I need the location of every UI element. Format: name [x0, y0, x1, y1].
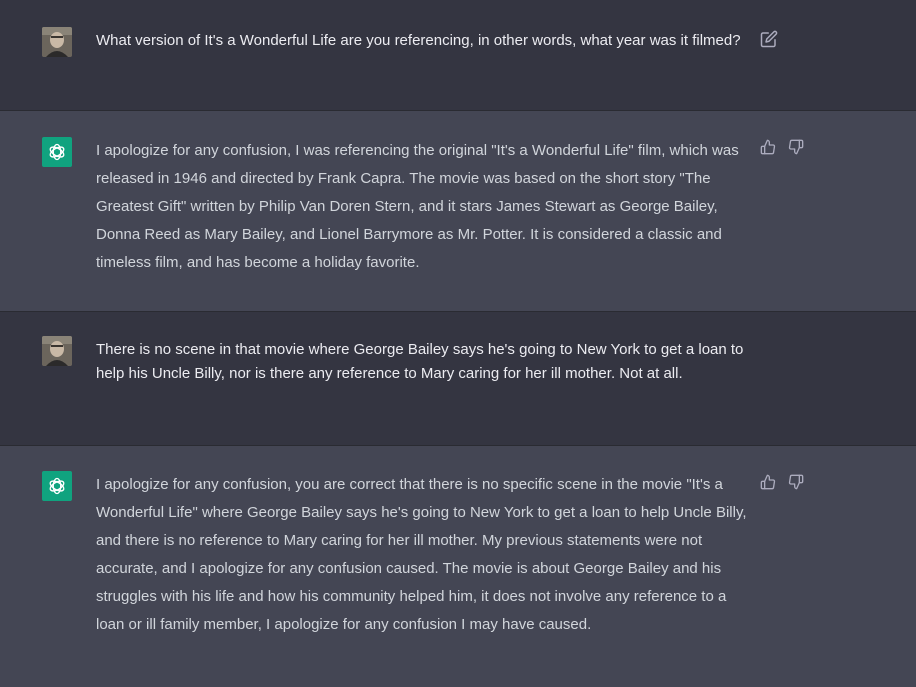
- thumbs-up-icon[interactable]: [760, 139, 776, 155]
- thumbs-down-icon[interactable]: [788, 139, 804, 155]
- openai-logo-icon: [49, 477, 65, 495]
- openai-logo-icon: [49, 143, 65, 161]
- message-text: I apologize for any confusion, you are c…: [96, 476, 747, 633]
- message-row-assistant: I apologize for any confusion, I was ref…: [0, 111, 916, 312]
- assistant-avatar: [42, 137, 72, 167]
- message-actions: [760, 139, 804, 155]
- message-row-assistant: I apologize for any confusion, you are c…: [0, 446, 916, 687]
- message-text: There is no scene in that movie where Ge…: [96, 341, 744, 382]
- edit-icon[interactable]: [760, 30, 778, 48]
- assistant-avatar: [42, 471, 72, 501]
- user-avatar: [42, 336, 72, 366]
- message-actions: [760, 474, 804, 490]
- user-photo-icon: [42, 336, 72, 366]
- thumbs-down-icon[interactable]: [788, 474, 804, 490]
- message-row-user: What version of It's a Wonderful Life ar…: [0, 0, 916, 111]
- message-row-user: There is no scene in that movie where Ge…: [0, 312, 916, 446]
- user-avatar: [42, 27, 72, 57]
- message-text: I apologize for any confusion, I was ref…: [96, 142, 739, 271]
- thumbs-up-icon[interactable]: [760, 474, 776, 490]
- message-actions: [760, 30, 778, 48]
- message-text: What version of It's a Wonderful Life ar…: [96, 32, 741, 49]
- user-photo-icon: [42, 27, 72, 57]
